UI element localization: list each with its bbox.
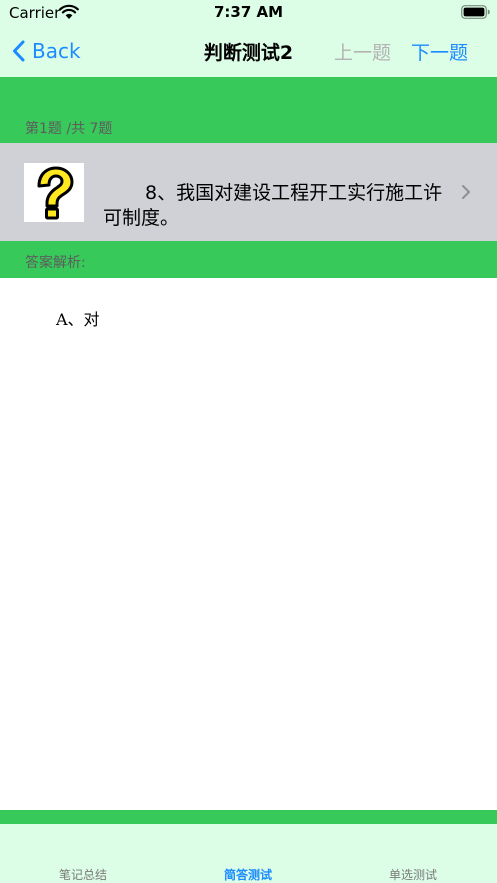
chevron-right-icon bbox=[462, 185, 470, 199]
top-bar-area: Carrier 7:37 AM Back 判断测试2 上一题 下一题 bbox=[0, 0, 497, 77]
answer-analysis-band: 答案解析: bbox=[0, 241, 497, 278]
tab-bar: 笔记总结 简答测试 单选测试 bbox=[0, 824, 497, 883]
tab-short-answer-test[interactable]: 简答测试 bbox=[188, 866, 308, 883]
status-bar: Carrier 7:37 AM bbox=[0, 0, 497, 26]
tab-single-choice-test[interactable]: 单选测试 bbox=[353, 866, 473, 883]
question-header-band: 第1题 /共 7题 bbox=[0, 77, 497, 143]
back-button-label: Back bbox=[32, 39, 81, 63]
question-mark-icon bbox=[24, 163, 84, 222]
back-button[interactable]: Back bbox=[12, 36, 81, 66]
answer-analysis-label: 答案解析: bbox=[25, 255, 86, 271]
navigation-bar: Back 判断测试2 上一题 下一题 bbox=[0, 26, 497, 77]
chevron-left-icon bbox=[13, 40, 25, 62]
answer-text: A、对 bbox=[56, 310, 100, 329]
bottom-divider-band bbox=[0, 810, 497, 824]
battery-icon bbox=[461, 5, 490, 19]
previous-question-button[interactable]: 上一题 bbox=[334, 38, 391, 65]
next-question-button[interactable]: 下一题 bbox=[411, 38, 468, 65]
question-row[interactable]: 8、我国对建设工程开工实行施工许可制度。 bbox=[0, 143, 497, 241]
question-count: 第1题 /共 7题 bbox=[25, 121, 113, 137]
status-time: 7:37 AM bbox=[213, 3, 284, 21]
tab-notes-summary[interactable]: 笔记总结 bbox=[23, 866, 143, 883]
question-text: 8、我国对建设工程开工实行施工许可制度。 bbox=[103, 182, 443, 229]
